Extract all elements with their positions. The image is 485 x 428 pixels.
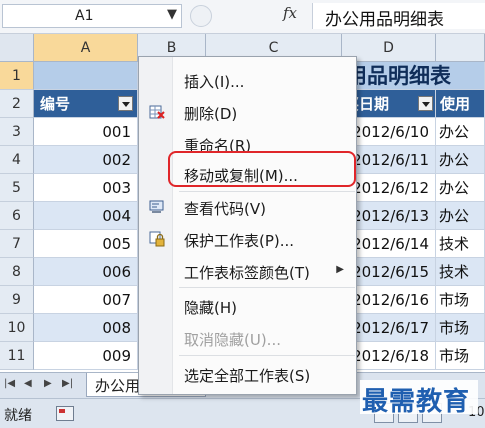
menu-item-label: 插入(I)...	[184, 73, 245, 91]
menu-item-protect-sheet[interactable]: 保护工作表(P)...	[139, 224, 358, 254]
table-cell-use[interactable]: 办公	[436, 202, 485, 230]
table-cell-use[interactable]: 办公	[436, 174, 485, 202]
last-sheet-icon[interactable]: ▶|	[62, 378, 73, 389]
column-header-a[interactable]: A	[34, 34, 138, 62]
menu-item-label: 取消隐藏(U)...	[184, 331, 281, 349]
table-cell-num[interactable]: 009	[34, 342, 138, 370]
header-cell-number[interactable]: 编号	[34, 90, 138, 118]
title-cell-a1[interactable]	[34, 62, 138, 90]
menu-separator	[179, 355, 355, 356]
view-code-icon	[149, 200, 164, 213]
formula-value: 办公用品明细表	[325, 10, 444, 30]
formula-bar: A1 ▼ fx 办公用品明细表	[0, 0, 485, 34]
menu-item-label: 工作表标签颜色(T)	[184, 264, 310, 282]
table-cell-num[interactable]: 006	[34, 258, 138, 286]
table-cell-use[interactable]: 办公	[436, 118, 485, 146]
select-all-corner[interactable]	[0, 34, 34, 62]
watermark: 最需教育	[360, 380, 478, 417]
table-cell-num[interactable]: 004	[34, 202, 138, 230]
row-header[interactable]: 4	[0, 146, 34, 174]
table-cell-num[interactable]: 001	[34, 118, 138, 146]
menu-item-hide[interactable]: 隐藏(H)	[139, 291, 358, 321]
menu-item-tab-color[interactable]: 工作表标签颜色(T) ▶	[139, 256, 358, 286]
macro-record-icon[interactable]	[56, 406, 74, 421]
menu-item-label: 保护工作表(P)...	[184, 232, 295, 250]
protect-sheet-icon	[149, 231, 165, 247]
row-header[interactable]: 6	[0, 202, 34, 230]
sheet-tab-context-menu: 插入(I)... 删除(D) 重命名(R) 移动或复制(M)... 查看代码(V…	[138, 56, 357, 395]
table-cell-use[interactable]: 市场	[436, 342, 485, 370]
highlight-annotation	[168, 151, 356, 187]
name-box[interactable]: A1 ▼	[2, 4, 182, 28]
menu-item-unhide: 取消隐藏(U)...	[139, 323, 358, 353]
formula-input[interactable]: 办公用品明细表	[312, 3, 485, 30]
table-cell-num[interactable]: 008	[34, 314, 138, 342]
row-header[interactable]: 8	[0, 258, 34, 286]
table-cell-use[interactable]: 技术	[436, 230, 485, 258]
first-sheet-icon[interactable]: |◀	[4, 378, 15, 389]
fx-icon[interactable]: fx	[283, 4, 297, 22]
table-cell-use[interactable]: 技术	[436, 258, 485, 286]
status-ready: 就绪	[4, 408, 32, 424]
header-number-label: 编号	[40, 95, 71, 113]
row-header[interactable]: 10	[0, 314, 34, 342]
delete-sheet-icon	[149, 105, 165, 119]
column-header-e[interactable]	[436, 34, 485, 62]
row-header[interactable]: 7	[0, 230, 34, 258]
menu-item-label: 删除(D)	[184, 105, 238, 123]
filter-dropdown-icon[interactable]	[118, 96, 133, 111]
menu-separator	[179, 287, 355, 288]
chevron-down-icon[interactable]: ▼	[167, 7, 177, 22]
menu-item-delete[interactable]: 删除(D)	[139, 97, 358, 127]
filter-dropdown-icon[interactable]	[418, 96, 433, 111]
row-header[interactable]: 11	[0, 342, 34, 370]
watermark-text: 最需教育	[362, 387, 471, 417]
table-cell-num[interactable]: 003	[34, 174, 138, 202]
menu-item-label: 隐藏(H)	[184, 299, 237, 317]
menu-item-insert[interactable]: 插入(I)...	[139, 65, 358, 95]
row-header[interactable]: 3	[0, 118, 34, 146]
menu-item-view-code[interactable]: 查看代码(V)	[139, 192, 358, 222]
submenu-arrow-icon: ▶	[336, 264, 344, 275]
header-cell-use[interactable]: 使用	[436, 90, 485, 118]
row-header[interactable]: 5	[0, 174, 34, 202]
row-header[interactable]: 2	[0, 90, 34, 118]
table-cell-num[interactable]: 005	[34, 230, 138, 258]
table-cell-num[interactable]: 007	[34, 286, 138, 314]
table-cell-num[interactable]: 002	[34, 146, 138, 174]
next-sheet-icon[interactable]: ▶	[44, 378, 52, 389]
prev-sheet-icon[interactable]: ◀	[24, 378, 32, 389]
table-cell-use[interactable]: 市场	[436, 314, 485, 342]
row-header[interactable]: 1	[0, 62, 34, 90]
table-cell-use[interactable]: 办公	[436, 146, 485, 174]
menu-item-select-all-sheets[interactable]: 选定全部工作表(S)	[139, 359, 358, 389]
name-box-value: A1	[75, 8, 94, 24]
sheet-title-cell[interactable]: 用品明细表	[342, 62, 485, 90]
menu-item-label: 选定全部工作表(S)	[184, 367, 311, 385]
row-header[interactable]: 9	[0, 286, 34, 314]
formula-expand-icon[interactable]	[190, 5, 212, 27]
table-cell-use[interactable]: 市场	[436, 286, 485, 314]
menu-item-label: 查看代码(V)	[184, 200, 266, 218]
